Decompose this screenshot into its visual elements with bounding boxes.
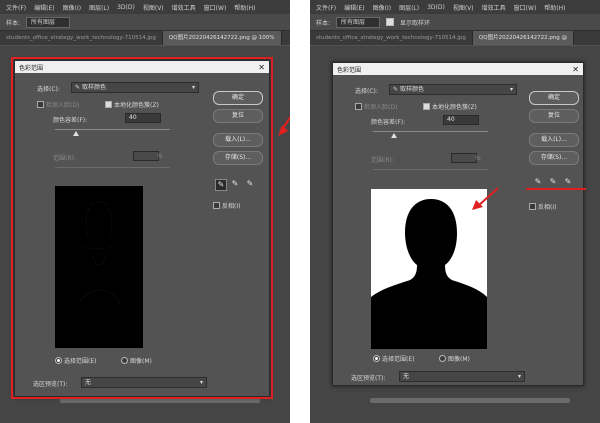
range-slider: [373, 169, 488, 170]
menu-edit[interactable]: 编辑(E): [34, 3, 54, 12]
dialog-title: 色彩范围: [337, 66, 362, 74]
menu-window[interactable]: 窗口(W): [204, 3, 227, 12]
photoshop-window-left: 文件(F) 编辑(E) 图像(I) 图层(L) 3D(D) 视图(V) 增效工具…: [0, 0, 290, 423]
sample-select[interactable]: 所有图层: [26, 16, 71, 28]
eyedropper-minus-icon[interactable]: ✎: [563, 177, 573, 187]
selection-preview-label: 选区预览(T):: [351, 375, 386, 382]
sample-label: 样本:: [6, 19, 21, 27]
range-input: [451, 153, 477, 163]
options-bar: 样本: 所有图层 显示取样环: [310, 14, 600, 31]
menu-file[interactable]: 文件(F): [6, 3, 26, 12]
select-label: 选择(C):: [355, 88, 378, 95]
menu-window[interactable]: 窗口(W): [514, 3, 537, 12]
menu-3d[interactable]: 3D(D): [117, 4, 135, 11]
localized-clusters-label: 本地化颜色簇(Z): [432, 104, 477, 111]
load-button[interactable]: 载入(L)...: [529, 133, 579, 147]
person-silhouette: [371, 199, 487, 349]
menu-plugins[interactable]: 增效工具: [172, 3, 196, 12]
radio-image[interactable]: [439, 355, 446, 362]
detect-faces-label: 检测人脸(D): [364, 104, 398, 111]
document-tabs: students_office_strategy_work_technology…: [310, 31, 600, 45]
red-highlight-box: [11, 57, 273, 399]
detect-faces-checkbox[interactable]: [355, 103, 362, 110]
chevron-down-icon: ▾: [509, 86, 513, 93]
range-unit: %: [475, 155, 481, 162]
menu-layer[interactable]: 图层(L): [89, 3, 109, 12]
sample-select[interactable]: 所有图层: [336, 16, 381, 28]
range-label: 范围(R):: [371, 157, 394, 164]
document-tabs: students_office_strategy_work_technology…: [0, 31, 290, 45]
menu-bar: 文件(F) 编辑(E) 图像(I) 图层(L) 3D(D) 视图(V) 增效工具…: [0, 0, 290, 14]
selection-preview-dropdown[interactable]: 无 ▾: [399, 371, 525, 382]
ok-button[interactable]: 确定: [529, 91, 579, 105]
red-underline: [526, 188, 586, 190]
menu-layer[interactable]: 图层(L): [399, 3, 419, 12]
chevron-down-icon: ▾: [517, 373, 521, 380]
menu-help[interactable]: 帮助(H): [234, 3, 255, 12]
eyedropper-small-icon: ✎: [393, 86, 400, 93]
fuzziness-input[interactable]: 40: [443, 115, 479, 125]
radio-selection-label: 选择范围(E): [382, 356, 415, 363]
radio-selection[interactable]: [373, 355, 380, 362]
radio-image-label: 图像(M): [448, 356, 470, 363]
selection-preview-value: 无: [403, 373, 410, 380]
fuzziness-slider[interactable]: [373, 131, 488, 132]
invert-label: 反相(I): [538, 204, 557, 211]
sampling-ring-checkbox[interactable]: [386, 18, 395, 26]
eyedropper-plus-icon[interactable]: ✎: [548, 177, 558, 187]
invert-checkbox[interactable]: [529, 203, 536, 210]
menu-plugins[interactable]: 增效工具: [482, 3, 506, 12]
menu-file[interactable]: 文件(F): [316, 3, 336, 12]
menu-image[interactable]: 图像(I): [373, 3, 391, 12]
divider-gap: [290, 0, 310, 423]
close-icon[interactable]: ✕: [572, 65, 579, 74]
save-button[interactable]: 存储(S)...: [529, 151, 579, 165]
menu-view[interactable]: 视图(V): [143, 3, 164, 12]
horizontal-scrollbar[interactable]: [370, 398, 570, 403]
eyedropper-icon[interactable]: ✎: [533, 177, 543, 187]
color-range-dialog: 色彩范围 ✕ 选择(C): ✎ 取样颜色 ▾ 检测人脸(D) 本地化颜色簇(Z) …: [332, 62, 584, 386]
tab-students-photo[interactable]: students_office_strategy_work_technology…: [310, 31, 473, 45]
menu-3d[interactable]: 3D(D): [427, 4, 445, 11]
menu-help[interactable]: 帮助(H): [544, 3, 565, 12]
photoshop-window-right: 文件(F) 编辑(E) 图像(I) 图层(L) 3D(D) 视图(V) 增效工具…: [310, 0, 600, 423]
sample-label: 样本:: [316, 19, 331, 27]
red-arrow-icon: [278, 115, 290, 136]
tab-students-photo[interactable]: students_office_strategy_work_technology…: [0, 31, 163, 45]
options-bar: 样本: 所有图层: [0, 14, 290, 31]
sampling-ring-label: 显示取样环: [400, 19, 431, 27]
menu-edit[interactable]: 编辑(E): [344, 3, 364, 12]
menu-bar: 文件(F) 编辑(E) 图像(I) 图层(L) 3D(D) 视图(V) 增效工具…: [310, 0, 600, 14]
selection-preview: [371, 189, 487, 349]
tab-qq-image[interactable]: QQ图片20220426142722.png @ 100%: [162, 31, 282, 45]
reset-button[interactable]: 复位: [529, 109, 579, 123]
dialog-titlebar: 色彩范围 ✕: [333, 63, 583, 75]
localized-clusters-checkbox[interactable]: [423, 103, 430, 110]
menu-view[interactable]: 视图(V): [453, 3, 474, 12]
tab-qq-image[interactable]: QQ图片20220426142722.png @: [472, 31, 575, 45]
menu-image[interactable]: 图像(I): [63, 3, 81, 12]
fuzziness-slider-thumb[interactable]: [390, 133, 397, 138]
select-value: 取样颜色: [399, 86, 424, 93]
fuzziness-label: 颜色容差(F):: [371, 119, 406, 126]
red-arrow-icon: [472, 187, 499, 210]
select-dropdown[interactable]: ✎ 取样颜色 ▾: [389, 84, 517, 95]
